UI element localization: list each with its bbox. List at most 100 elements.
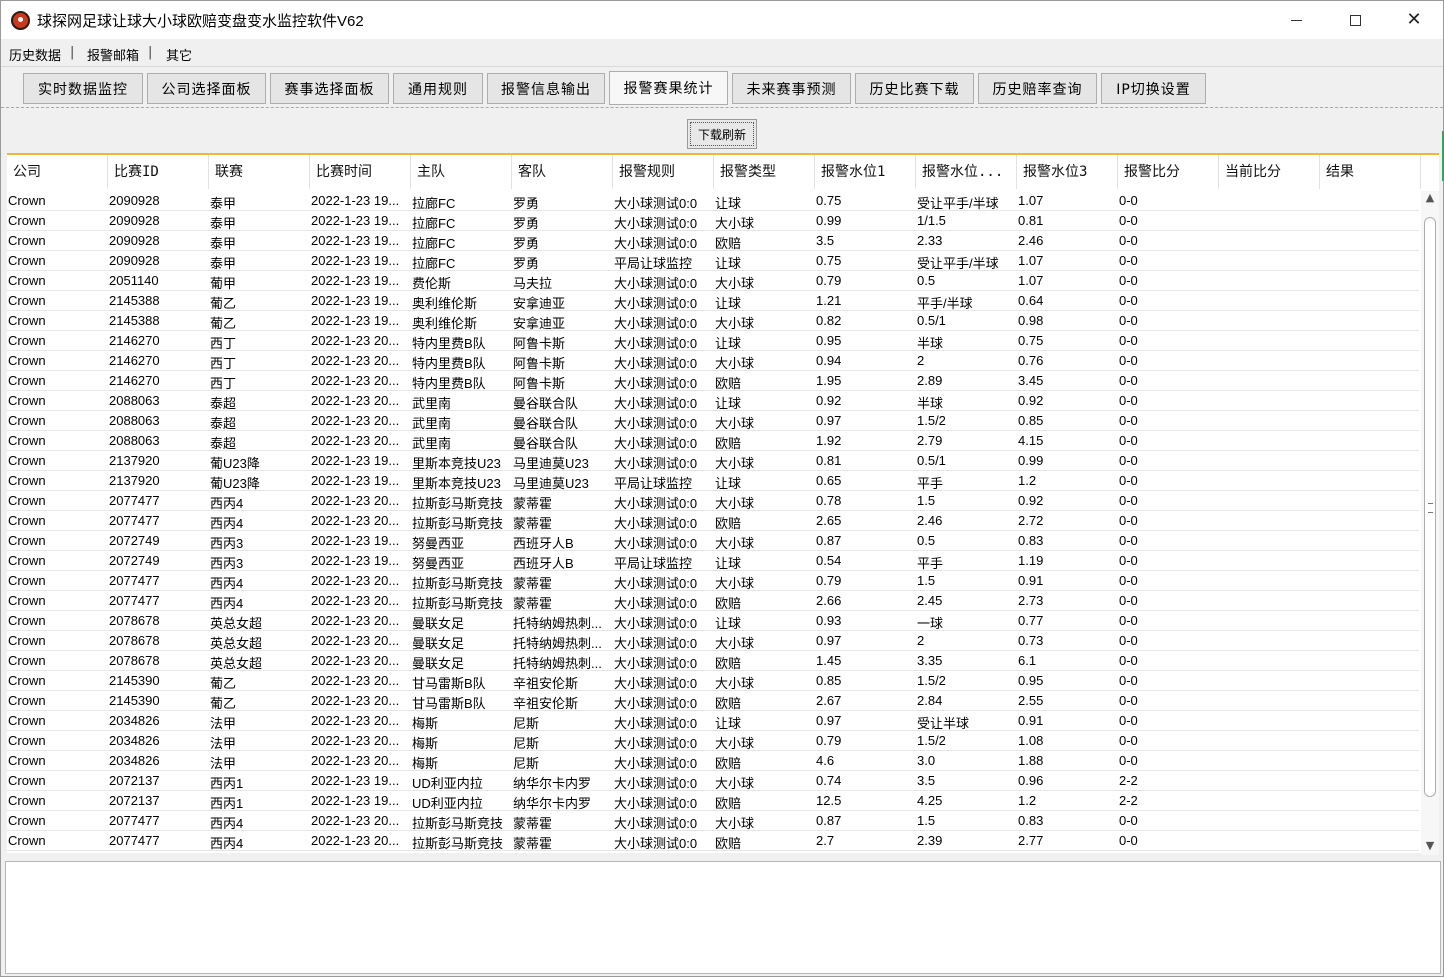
tab-company-select[interactable]: 公司选择面板 (147, 73, 266, 104)
column-header[interactable]: 报警类型 (714, 155, 815, 189)
table-row[interactable]: Crown 2078678 英总女超 2022-1-23 20... 曼联女足 托特纳姆热… (7, 651, 1419, 671)
menu-history-data[interactable]: 历史数据 (9, 45, 61, 64)
table-cell: 罗勇 (513, 256, 540, 271)
close-button[interactable]: ✕ (1385, 1, 1443, 39)
table-row[interactable]: Crown 2090928 泰甲 2022-1-23 19... 拉廊FC 罗勇 大小球测试… (7, 191, 1419, 211)
table-body: Crown 2090928 泰甲 2022-1-23 19... 拉廊FC 罗勇 大小球测试… (7, 191, 1419, 855)
table-cell: 西丁 (210, 356, 237, 371)
table-cell: 2022-1-23 19... (311, 233, 400, 248)
minimize-button[interactable] (1267, 1, 1325, 39)
column-header[interactable]: 报警水位1 (815, 155, 916, 189)
column-header[interactable]: 主队 (411, 155, 512, 189)
tab-realtime-monitor[interactable]: 实时数据监控 (23, 73, 143, 104)
table-cell: 辛祖安伦斯 (513, 696, 579, 711)
column-header[interactable]: 当前比分 (1219, 155, 1320, 189)
scroll-thumb[interactable] (1424, 217, 1436, 797)
table-row[interactable]: Crown 2072749 西丙3 2022-1-23 19... 努曼西亚 西班牙人B 平… (7, 551, 1419, 571)
table-row[interactable]: Crown 2077477 西丙4 2022-1-23 20... 拉斯彭马斯竞技 蒙蒂霍… (7, 811, 1419, 831)
vertical-scrollbar[interactable]: ▲ ▼ (1421, 191, 1439, 855)
table-cell: 梅斯 (412, 736, 439, 751)
table-row[interactable]: Crown 2145390 葡乙 2022-1-23 20... 甘马雷斯B队 辛祖安伦斯… (7, 671, 1419, 691)
column-header[interactable]: 报警水位3 (1017, 155, 1118, 189)
tab-history-download[interactable]: 历史比赛下载 (855, 73, 974, 104)
table-row[interactable]: Crown 2137920 葡U23降 2022-1-23 19... 里斯本竞技U23… (7, 471, 1419, 491)
table-cell: 0-0 (1119, 453, 1138, 468)
table-row[interactable]: Crown 2088063 泰超 2022-1-23 20... 武里南 曼谷联合队 大小球… (7, 391, 1419, 411)
table-cell: 受让平手/半球 (917, 256, 999, 271)
table-cell: Crown (8, 413, 46, 428)
table-row[interactable]: Crown 2072137 西丙1 2022-1-23 19... UD利亚内拉 纳华尔卡… (7, 771, 1419, 791)
table-cell: 蒙蒂霍 (513, 516, 553, 531)
table-cell: 0-0 (1119, 193, 1138, 208)
menu-other[interactable]: 其它 (166, 45, 192, 64)
table-cell: 2022-1-23 20... (311, 653, 400, 668)
table-row[interactable]: Crown 2146270 西丁 2022-1-23 20... 特内里费B队 阿鲁卡斯 大… (7, 351, 1419, 371)
tab-alert-results[interactable]: 报警赛果统计 (609, 71, 728, 105)
table-cell: 2090928 (109, 213, 160, 228)
table-cell: 2022-1-23 20... (311, 753, 400, 768)
table-cell: 2145388 (109, 293, 160, 308)
menu-alert-email[interactable]: 报警邮箱 (87, 45, 139, 64)
table-cell: 2022-1-23 19... (311, 253, 400, 268)
table-cell: 大小球测试0:0 (614, 676, 698, 691)
download-refresh-button[interactable]: 下载刷新 (687, 119, 757, 149)
column-header[interactable]: 比赛时间 (310, 155, 411, 189)
maximize-button[interactable] (1326, 1, 1384, 39)
table-row[interactable]: Crown 2090928 泰甲 2022-1-23 19... 拉廊FC 罗勇 大小球测试… (7, 231, 1419, 251)
tab-ip-switch[interactable]: IP切换设置 (1101, 73, 1206, 104)
table-cell: 2090928 (109, 253, 160, 268)
log-output-area[interactable] (5, 861, 1441, 974)
table-cell: 大小球 (715, 416, 755, 431)
table-cell: 2022-1-23 20... (311, 593, 400, 608)
table-cell: 0.65 (816, 473, 842, 488)
table-row[interactable]: Crown 2072749 西丙3 2022-1-23 19... 努曼西亚 西班牙人B 大… (7, 531, 1419, 551)
table-cell: 2034826 (109, 733, 160, 748)
table-cell: Crown (8, 693, 46, 708)
table-row[interactable]: Crown 2051140 葡甲 2022-1-23 19... 费伦斯 马夫拉 大小球测试… (7, 271, 1419, 291)
table-row[interactable]: Crown 2145388 葡乙 2022-1-23 19... 奥利维伦斯 安拿迪亚 大小… (7, 311, 1419, 331)
table-cell: 2-2 (1119, 793, 1138, 808)
table-row[interactable]: Crown 2090928 泰甲 2022-1-23 19... 拉廊FC 罗勇 大小球测试… (7, 211, 1419, 231)
table-row[interactable]: Crown 2088063 泰超 2022-1-23 20... 武里南 曼谷联合队 大小球… (7, 431, 1419, 451)
column-header[interactable]: 报警水位... (916, 155, 1017, 189)
table-row[interactable]: Crown 2077477 西丙4 2022-1-23 20... 拉斯彭马斯竞技 蒙蒂霍… (7, 511, 1419, 531)
table-row[interactable]: Crown 2072137 西丙1 2022-1-23 19... UD利亚内拉 纳华尔卡… (7, 791, 1419, 811)
table-cell: 大小球测试0:0 (614, 396, 698, 411)
table-row[interactable]: Crown 2145390 葡乙 2022-1-23 20... 甘马雷斯B队 辛祖安伦斯… (7, 691, 1419, 711)
column-header[interactable]: 联赛 (209, 155, 310, 189)
table-cell: 0-0 (1119, 653, 1138, 668)
column-header[interactable]: 公司 (7, 155, 108, 189)
table-cell: Crown (8, 633, 46, 648)
table-cell: 西丙1 (210, 796, 244, 811)
table-row[interactable]: Crown 2077477 西丙4 2022-1-23 20... 拉斯彭马斯竞技 蒙蒂霍… (7, 591, 1419, 611)
scroll-down-icon[interactable]: ▼ (1424, 839, 1436, 853)
table-row[interactable]: Crown 2146270 西丁 2022-1-23 20... 特内里费B队 阿鲁卡斯 大… (7, 371, 1419, 391)
table-row[interactable]: Crown 2077477 西丙4 2022-1-23 20... 拉斯彭马斯竞技 蒙蒂霍… (7, 491, 1419, 511)
column-header[interactable]: 客队 (512, 155, 613, 189)
scroll-up-icon[interactable]: ▲ (1424, 191, 1436, 205)
table-row[interactable]: Crown 2088063 泰超 2022-1-23 20... 武里南 曼谷联合队 大小球… (7, 411, 1419, 431)
tab-history-odds[interactable]: 历史赔率查询 (978, 73, 1097, 104)
tab-future-prediction[interactable]: 未来赛事预测 (732, 73, 851, 104)
table-cell: Crown (8, 713, 46, 728)
column-header[interactable]: 报警比分 (1118, 155, 1219, 189)
table-row[interactable]: Crown 2146270 西丁 2022-1-23 20... 特内里费B队 阿鲁卡斯 大… (7, 331, 1419, 351)
table-cell: 奥利维伦斯 (412, 316, 478, 331)
table-cell: UD利亚内拉 (412, 776, 483, 791)
column-header[interactable]: 比赛ID (108, 155, 209, 189)
table-row[interactable]: Crown 2078678 英总女超 2022-1-23 20... 曼联女足 托特纳姆热… (7, 631, 1419, 651)
table-row[interactable]: Crown 2137920 葡U23降 2022-1-23 19... 里斯本竞技U23… (7, 451, 1419, 471)
table-row[interactable]: Crown 2034826 法甲 2022-1-23 20... 梅斯 尼斯 大小球测试0:… (7, 731, 1419, 751)
column-header[interactable]: 报警规则 (613, 155, 714, 189)
table-row[interactable]: Crown 2090928 泰甲 2022-1-23 19... 拉廊FC 罗勇 平局让球监… (7, 251, 1419, 271)
column-header[interactable]: 结果 (1320, 155, 1421, 189)
table-row[interactable]: Crown 2145388 葡乙 2022-1-23 19... 奥利维伦斯 安拿迪亚 大小… (7, 291, 1419, 311)
table-row[interactable]: Crown 2077477 西丙4 2022-1-23 20... 拉斯彭马斯竞技 蒙蒂霍… (7, 831, 1419, 851)
table-row[interactable]: Crown 2078678 英总女超 2022-1-23 20... 曼联女足 托特纳姆热… (7, 611, 1419, 631)
tab-alert-output[interactable]: 报警信息输出 (487, 73, 605, 104)
table-row[interactable]: Crown 2077477 西丙4 2022-1-23 20... 拉斯彭马斯竞技 蒙蒂霍… (7, 571, 1419, 591)
table-row[interactable]: Crown 2034826 法甲 2022-1-23 20... 梅斯 尼斯 大小球测试0:… (7, 751, 1419, 771)
tab-match-select[interactable]: 赛事选择面板 (270, 73, 389, 104)
tab-general-rules[interactable]: 通用规则 (393, 73, 483, 104)
table-row[interactable]: Crown 2034826 法甲 2022-1-23 20... 梅斯 尼斯 大小球测试0:… (7, 711, 1419, 731)
